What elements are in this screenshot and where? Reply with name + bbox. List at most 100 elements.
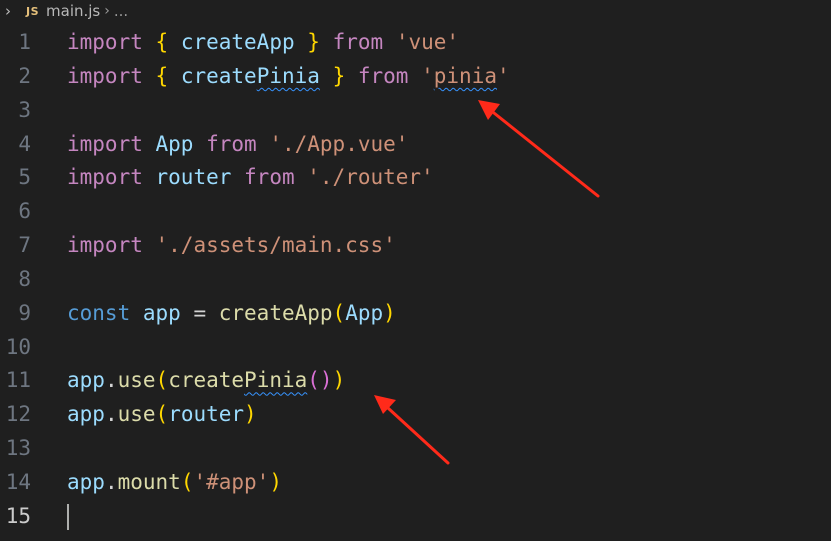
code-token: from xyxy=(244,165,295,190)
line-number: 15 xyxy=(5,503,31,528)
code-line[interactable]: 8 xyxy=(0,263,831,297)
code-line[interactable]: 11 app.use(createPinia()) xyxy=(0,364,831,398)
code-text[interactable]: app.use(createPinia()) xyxy=(67,364,345,398)
code-token: Pinia xyxy=(244,368,308,393)
code-token: create xyxy=(168,368,245,393)
line-number: 8 xyxy=(18,266,31,291)
code-token: ( xyxy=(180,469,194,494)
breadcrumb-file-name[interactable]: main.js xyxy=(46,2,100,20)
code-text[interactable]: app.mount('#app') xyxy=(67,466,282,500)
code-line[interactable]: 5 import router from './router' xyxy=(0,161,831,195)
line-number: 4 xyxy=(18,131,31,156)
code-token: . xyxy=(104,469,118,494)
code-token: './App.vue' xyxy=(269,131,409,156)
code-line[interactable]: 4 import App from './App.vue' xyxy=(0,128,831,162)
code-text[interactable]: const app = createApp(App) xyxy=(67,297,396,331)
code-line[interactable]: 14 app.mount('#app') xyxy=(0,466,831,500)
code-line[interactable]: 9 const app = createApp(App) xyxy=(0,297,831,331)
code-token: use xyxy=(117,368,156,393)
code-token: . xyxy=(104,402,118,427)
javascript-file-icon: JS xyxy=(26,4,40,18)
code-line[interactable]: 3 xyxy=(0,94,831,128)
code-token: from xyxy=(357,63,409,88)
code-text[interactable]: app.use(router) xyxy=(67,398,257,432)
code-text[interactable]: import { createPinia } from 'pinia' xyxy=(67,60,510,94)
code-token: import xyxy=(67,63,143,88)
code-token: App xyxy=(345,300,384,325)
code-token: { xyxy=(155,30,169,54)
line-number: 1 xyxy=(18,30,31,54)
code-text[interactable]: import App from './App.vue' xyxy=(67,128,408,162)
code-token: from xyxy=(332,30,384,54)
line-number: 9 xyxy=(18,300,31,325)
code-line[interactable]: 6 xyxy=(0,195,831,229)
code-token: ' xyxy=(496,63,510,88)
code-token: ( xyxy=(332,300,346,325)
code-line[interactable]: 1 import { createApp } from 'vue' xyxy=(0,26,831,60)
code-token: = xyxy=(180,300,219,325)
breadcrumb-symbols[interactable]: ... xyxy=(114,2,128,20)
code-token: . xyxy=(104,368,118,393)
code-line[interactable]: 10 xyxy=(0,331,831,365)
code-token: ) xyxy=(383,300,396,325)
code-token: import xyxy=(67,165,143,190)
code-token: import xyxy=(67,131,143,156)
code-token: 'vue' xyxy=(395,30,460,54)
code-line[interactable]: 12 app.use(router) xyxy=(0,398,831,432)
code-text[interactable]: import router from './router' xyxy=(67,161,434,195)
code-token: ) xyxy=(332,368,346,393)
code-token: use xyxy=(117,402,156,427)
code-token: router xyxy=(155,165,232,190)
code-token: } xyxy=(332,63,346,88)
code-token: createApp xyxy=(180,30,295,54)
code-line[interactable]: 15 xyxy=(0,500,831,534)
code-line[interactable]: 13 xyxy=(0,432,831,466)
code-token: '#app' xyxy=(193,469,270,494)
code-line[interactable]: 2 import { createPinia } from 'pinia' xyxy=(0,60,831,94)
code-token: import xyxy=(67,233,143,258)
code-token: app xyxy=(67,469,105,494)
code-line[interactable]: 7 import './assets/main.css' xyxy=(0,229,831,263)
code-text[interactable]: import { createApp } from 'vue' xyxy=(67,26,459,60)
line-number: 5 xyxy=(18,165,31,190)
text-cursor xyxy=(67,503,69,530)
code-text[interactable]: import './assets/main.css' xyxy=(67,229,396,263)
code-token: createApp xyxy=(218,300,333,325)
code-token: ) xyxy=(269,469,282,494)
chevron-right-icon[interactable]: › xyxy=(0,2,16,20)
breadcrumb: › JS main.js › ... xyxy=(0,0,831,22)
line-number: 11 xyxy=(5,368,31,393)
breadcrumb-separator-icon: › xyxy=(104,3,110,19)
line-number: 7 xyxy=(18,233,31,258)
code-token: () xyxy=(307,368,333,393)
code-token: ( xyxy=(155,368,169,393)
code-token: ) xyxy=(244,402,257,427)
code-token: Pinia xyxy=(256,63,320,88)
code-area[interactable]: 1 import { createApp } from 'vue' 2 import … xyxy=(0,26,831,534)
line-number: 3 xyxy=(18,97,31,122)
code-token: import xyxy=(67,30,143,54)
code-token: mount xyxy=(117,469,181,494)
code-editor[interactable]: › JS main.js › ... 1 import { createApp }… xyxy=(0,0,831,541)
code-token: } xyxy=(307,30,320,54)
code-token: app xyxy=(67,368,105,393)
line-number: 10 xyxy=(5,334,31,359)
line-number: 2 xyxy=(18,63,31,88)
code-token: './router' xyxy=(307,165,434,190)
line-number: 12 xyxy=(5,402,31,427)
code-token: from xyxy=(206,131,257,156)
